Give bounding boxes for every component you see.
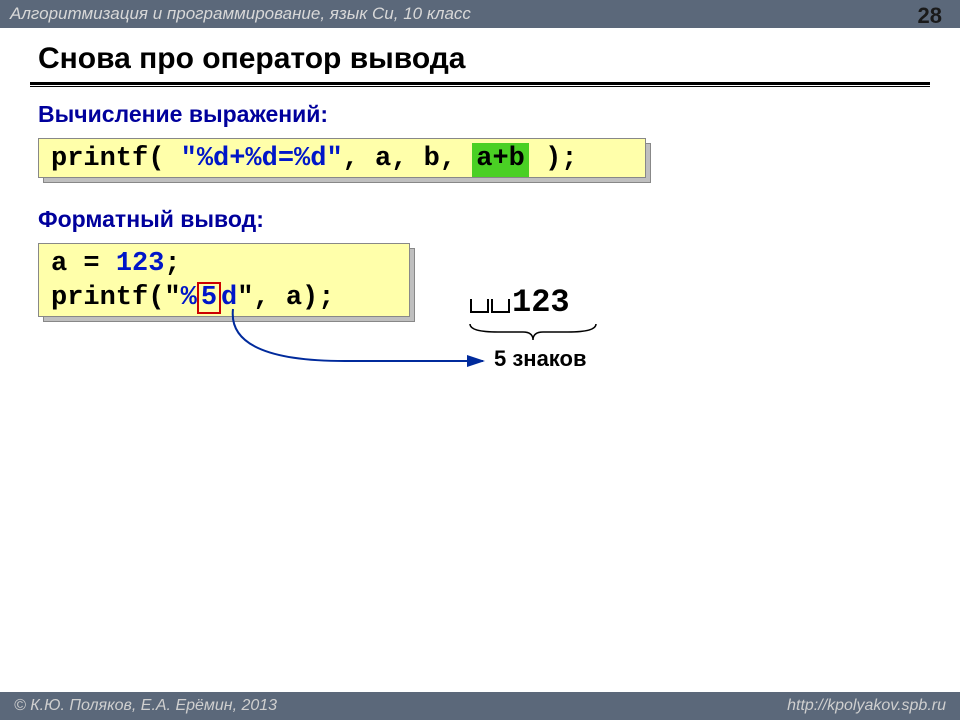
code2-l2b: ", a); [237, 283, 334, 313]
code2-l2a: printf(" [51, 283, 181, 313]
code1-format: "%d+%d=%d" [181, 144, 343, 174]
code1-part1: printf( [51, 144, 181, 174]
code2-percent: % [181, 283, 197, 313]
slide-title: Снова про оператор вывода [0, 28, 960, 82]
output-sample: 123 [470, 284, 570, 321]
code2-width-highlight: 5 [197, 282, 221, 314]
footer-url: http://kpolyakov.spb.ru [787, 692, 946, 720]
subheading-1: Вычисление выражений: [0, 87, 960, 138]
annotation-label: 5 знаков [494, 346, 587, 372]
header-text: Алгоритмизация и программирование, язык … [10, 4, 471, 23]
space-symbol-icon [470, 299, 489, 313]
output-value: 123 [512, 284, 570, 321]
codebox-1-wrap: printf( "%d+%d=%d", a, b, a+b ); [38, 138, 960, 178]
code2-number: 123 [116, 249, 165, 279]
codebox-1: printf( "%d+%d=%d", a, b, a+b ); [38, 138, 646, 178]
code1-part2: , a, b, [343, 144, 473, 174]
code2-l1b: ; [164, 249, 180, 279]
brace-icon [468, 322, 598, 344]
code2-d: d [221, 283, 237, 313]
code1-expression-highlight: a+b [472, 143, 529, 177]
codebox-2: a = 123; printf("%5d", a); [38, 243, 410, 317]
code1-part3: ); [529, 144, 578, 174]
footer-bar: © К.Ю. Поляков, Е.А. Ерёмин, 2013 http:/… [0, 692, 960, 720]
header-bar: Алгоритмизация и программирование, язык … [0, 0, 960, 28]
footer-copyright: © К.Ю. Поляков, Е.А. Ерёмин, 2013 [14, 692, 277, 720]
page-number: 28 [918, 2, 942, 30]
subheading-2: Форматный вывод: [0, 178, 960, 243]
code2-l1a: a = [51, 249, 116, 279]
space-symbol-icon [491, 299, 510, 313]
